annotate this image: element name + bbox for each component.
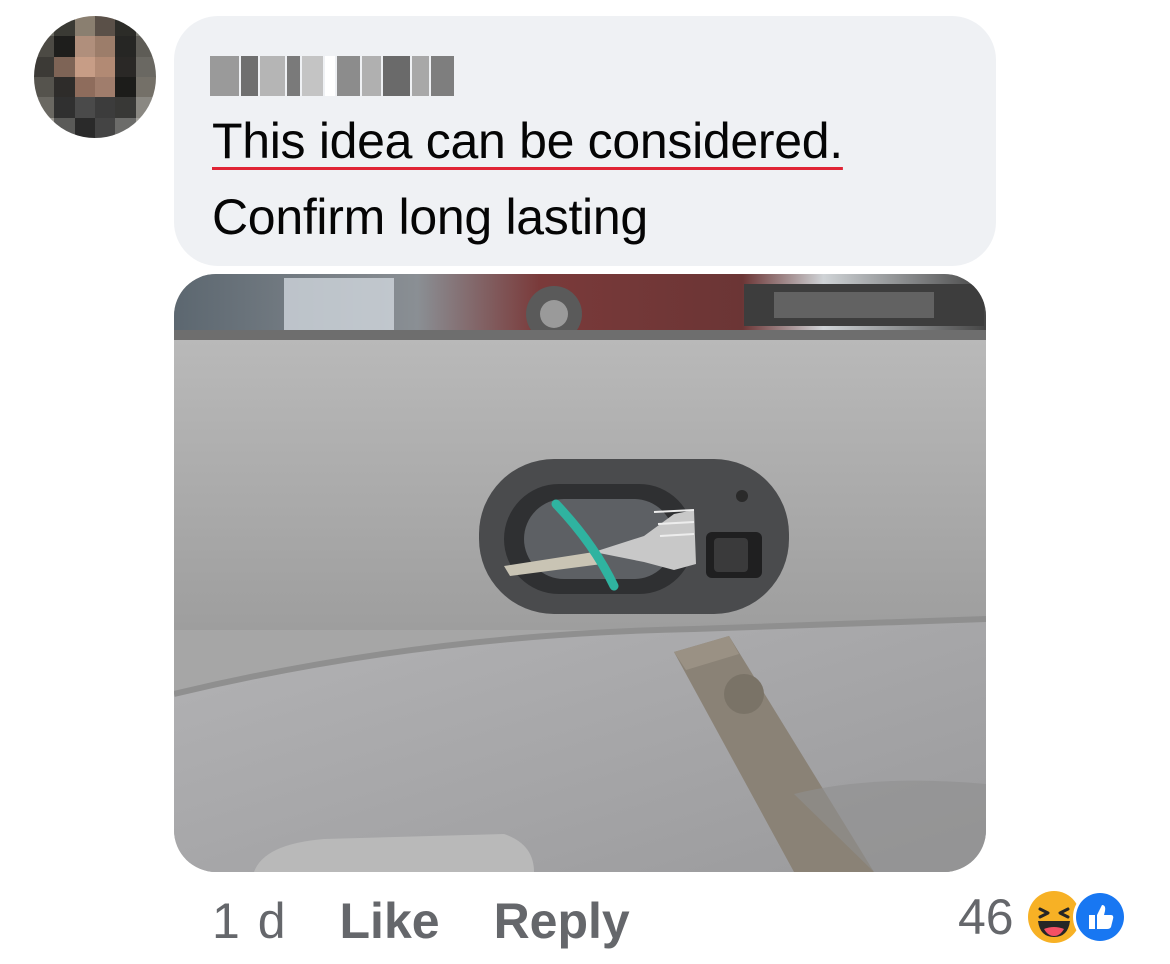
comment-timestamp[interactable]: 1 d bbox=[212, 892, 288, 950]
comment-text-line-2: Confirm long lasting bbox=[212, 189, 648, 245]
author-name-redacted[interactable] bbox=[210, 56, 454, 96]
reaction-count: 46 bbox=[958, 889, 1014, 945]
comment-text-line-1: This idea can be considered. bbox=[212, 113, 843, 169]
comment-bubble: This idea can be considered. Confirm lon… bbox=[174, 16, 996, 266]
reactions-summary[interactable]: 46 bbox=[958, 888, 1128, 946]
comment-photo[interactable] bbox=[174, 274, 986, 872]
car-door-image bbox=[174, 274, 986, 872]
comment-actions: 1 d Like Reply bbox=[212, 892, 630, 950]
like-icon bbox=[1072, 890, 1127, 944]
like-button[interactable]: Like bbox=[340, 892, 440, 950]
avatar[interactable] bbox=[34, 16, 156, 138]
reply-button[interactable]: Reply bbox=[494, 892, 630, 950]
